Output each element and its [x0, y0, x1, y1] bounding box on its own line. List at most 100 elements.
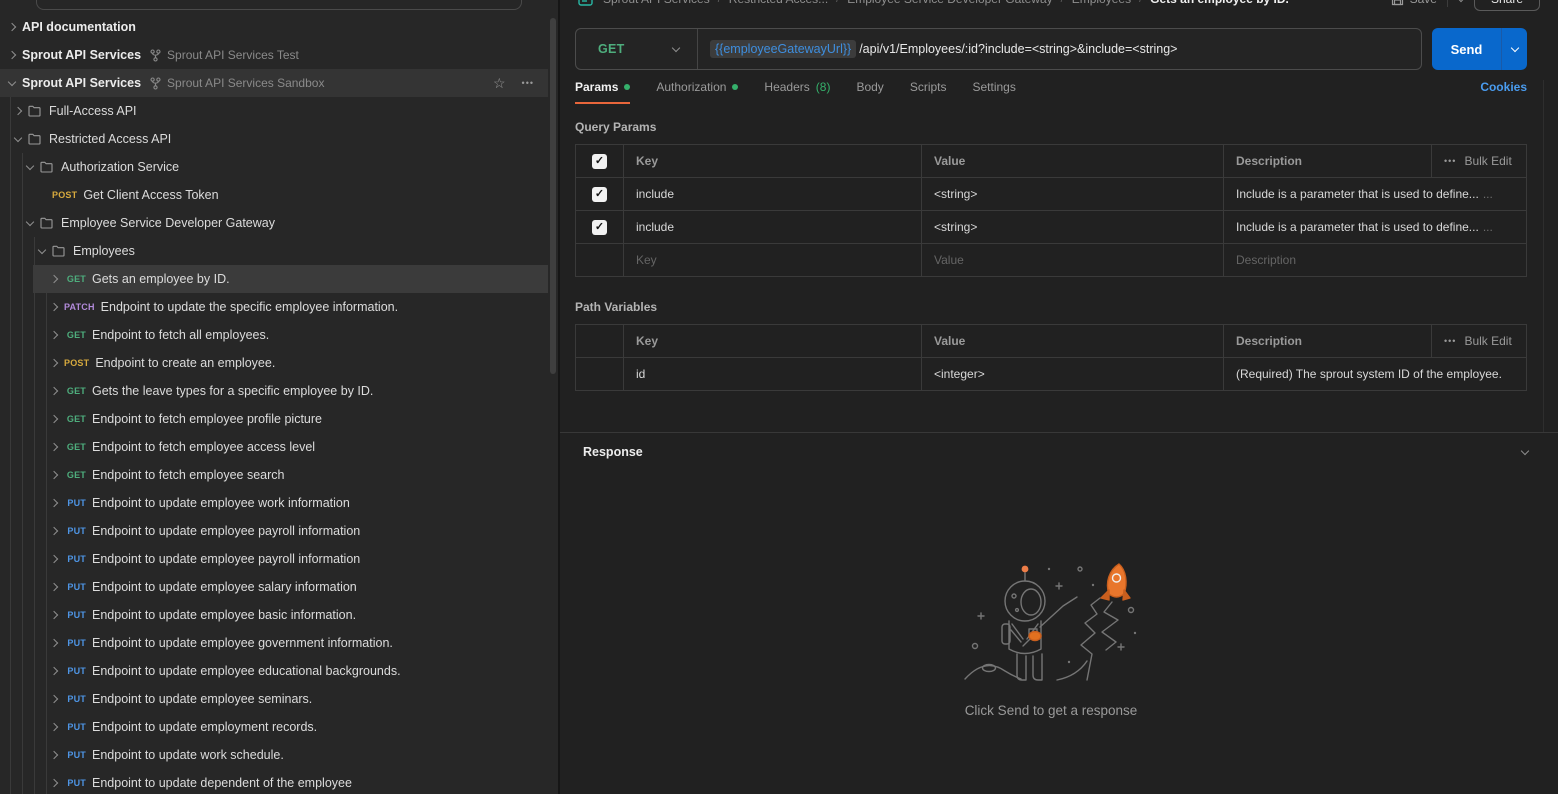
sidebar-folder-item[interactable]: Employee Service Developer Gateway [0, 209, 548, 237]
more-options-icon[interactable]: ••• [522, 78, 534, 88]
sidebar-folder-item[interactable]: Employees [0, 237, 548, 265]
sidebar-folder-item[interactable]: Authorization Service [0, 153, 548, 181]
key-cell[interactable]: include [623, 211, 921, 243]
key-cell[interactable]: include [623, 178, 921, 210]
chevron-right-icon[interactable] [2, 52, 22, 58]
send-options-button[interactable] [1501, 28, 1527, 70]
sidebar-request-item[interactable]: GETEndpoint to fetch employee search [0, 461, 548, 489]
row-select-cell[interactable] [576, 178, 623, 210]
chevron-right-icon[interactable] [44, 304, 64, 310]
tab-settings[interactable]: Settings [973, 80, 1016, 104]
sidebar-item[interactable]: API documentation [0, 13, 548, 41]
url-input[interactable]: {{employeeGatewayUrl}} /api/v1/Employees… [698, 40, 1421, 58]
description-cell[interactable]: (Required) The sprout system ID of the e… [1223, 358, 1526, 390]
sidebar-request-item[interactable]: PUTEndpoint to update employee work info… [0, 489, 548, 517]
sidebar-request-item[interactable]: POSTGet Client Access Token [0, 181, 548, 209]
chevron-right-icon[interactable] [44, 724, 64, 730]
chevron-right-icon[interactable] [44, 388, 64, 394]
chevron-right-icon[interactable] [44, 612, 64, 618]
bulk-edit-button[interactable]: •••Bulk Edit [1431, 145, 1526, 177]
row-checkbox[interactable] [592, 187, 607, 202]
select-all-checkbox[interactable] [592, 154, 607, 169]
breadcrumb-segment[interactable]: Employee Service Developer Gateway [847, 0, 1052, 6]
sidebar-request-item[interactable]: PUTEndpoint to update employment records… [0, 713, 548, 741]
bulk-edit-button[interactable]: •••Bulk Edit [1431, 325, 1526, 357]
sidebar-request-item[interactable]: PUTEndpoint to update employee governmen… [0, 629, 548, 657]
chevron-right-icon[interactable] [44, 360, 64, 366]
truncation-ellipsis[interactable]: ... [1483, 220, 1493, 234]
response-header[interactable]: Response [560, 433, 1558, 471]
chevron-right-icon[interactable] [44, 500, 64, 506]
cookies-link[interactable]: Cookies [1480, 80, 1527, 94]
chevron-right-icon[interactable] [44, 528, 64, 534]
sidebar-collection-item[interactable]: Sprout API ServicesSprout API Services T… [0, 41, 548, 69]
sidebar-request-item[interactable]: PUTEndpoint to update work schedule. [0, 741, 548, 769]
sidebar-search-input[interactable] [36, 0, 522, 10]
chevron-down-icon[interactable] [20, 166, 40, 169]
breadcrumb-segment[interactable]: Restricted Acces... [729, 0, 828, 6]
value-cell[interactable]: Value [921, 244, 1223, 276]
row-select-cell[interactable] [576, 211, 623, 243]
sidebar-request-item[interactable]: GETGets the leave types for a specific e… [0, 377, 548, 405]
sidebar-request-item[interactable]: PUTEndpoint to update employee payroll i… [0, 517, 548, 545]
sidebar-folder-item[interactable]: Restricted Access API [0, 125, 548, 153]
sidebar-request-item[interactable]: GETEndpoint to fetch employee profile pi… [0, 405, 548, 433]
truncation-ellipsis[interactable]: ... [1483, 187, 1493, 201]
value-cell[interactable]: <string> [921, 211, 1223, 243]
tab-scripts[interactable]: Scripts [910, 80, 947, 104]
row-checkbox[interactable] [592, 220, 607, 235]
breadcrumb-segment[interactable]: Employees [1072, 0, 1131, 6]
key-cell[interactable]: Key [623, 244, 921, 276]
chevron-right-icon[interactable] [2, 24, 22, 30]
share-button[interactable]: Share [1474, 0, 1540, 11]
description-cell[interactable]: Include is a parameter that is used to d… [1223, 178, 1526, 210]
save-options-chevron-icon[interactable] [1457, 0, 1465, 2]
description-cell[interactable]: Include is a parameter that is used to d… [1223, 211, 1526, 243]
chevron-down-icon[interactable] [20, 222, 40, 225]
sidebar-folder-item[interactable]: Full-Access API [0, 97, 548, 125]
sidebar-request-item[interactable]: GETEndpoint to fetch employee access lev… [0, 433, 548, 461]
send-button[interactable]: Send [1432, 28, 1501, 70]
chevron-right-icon[interactable] [44, 668, 64, 674]
value-cell[interactable]: <string> [921, 178, 1223, 210]
tab-params[interactable]: Params [575, 80, 630, 104]
sidebar-request-item[interactable]: PUTEndpoint to update employee seminars. [0, 685, 548, 713]
description-cell[interactable]: Description [1223, 244, 1526, 276]
chevron-right-icon[interactable] [44, 416, 64, 422]
chevron-right-icon[interactable] [44, 472, 64, 478]
chevron-right-icon[interactable] [44, 556, 64, 562]
save-button[interactable]: Save [1391, 0, 1437, 6]
chevron-down-icon[interactable] [8, 138, 28, 141]
chevron-down-icon[interactable] [2, 82, 22, 85]
sidebar-request-item[interactable]: PUTEndpoint to update employee payroll i… [0, 545, 548, 573]
select-all-cell[interactable] [576, 145, 623, 177]
chevron-right-icon[interactable] [44, 640, 64, 646]
chevron-right-icon[interactable] [44, 696, 64, 702]
chevron-right-icon[interactable] [8, 108, 28, 114]
sidebar-request-item[interactable]: GETGets an employee by ID. [0, 265, 548, 293]
chevron-right-icon[interactable] [44, 584, 64, 590]
sidebar-request-item[interactable]: PUTEndpoint to update employee basic inf… [0, 601, 548, 629]
chevron-right-icon[interactable] [44, 752, 64, 758]
tab-authorization[interactable]: Authorization [656, 80, 738, 104]
sidebar-collection-item[interactable]: Sprout API ServicesSprout API Services S… [0, 69, 548, 97]
sidebar-request-item[interactable]: PUTEndpoint to update employee salary in… [0, 573, 548, 601]
chevron-down-icon[interactable] [32, 250, 52, 253]
sidebar-request-item[interactable]: PUTEndpoint to update dependent of the e… [0, 769, 548, 794]
value-cell[interactable]: <integer> [921, 358, 1223, 390]
key-cell[interactable]: id [623, 358, 921, 390]
chevron-right-icon[interactable] [44, 276, 64, 282]
sidebar-request-item[interactable]: PUTEndpoint to update employee education… [0, 657, 548, 685]
method-selector[interactable]: GET [576, 29, 698, 69]
sidebar-request-item[interactable]: PATCHEndpoint to update the specific emp… [0, 293, 548, 321]
tab-headers[interactable]: Headers(8) [764, 80, 830, 104]
chevron-right-icon[interactable] [44, 444, 64, 450]
sidebar-scrollbar[interactable] [550, 18, 556, 374]
sidebar-request-item[interactable]: POSTEndpoint to create an employee. [0, 349, 548, 377]
chevron-right-icon[interactable] [44, 780, 64, 786]
sidebar-request-item[interactable]: GETEndpoint to fetch all employees. [0, 321, 548, 349]
star-icon[interactable]: ☆ [493, 76, 506, 90]
tab-body[interactable]: Body [856, 80, 883, 104]
breadcrumb-segment[interactable]: Sprout API Services [603, 0, 710, 6]
chevron-right-icon[interactable] [44, 332, 64, 338]
